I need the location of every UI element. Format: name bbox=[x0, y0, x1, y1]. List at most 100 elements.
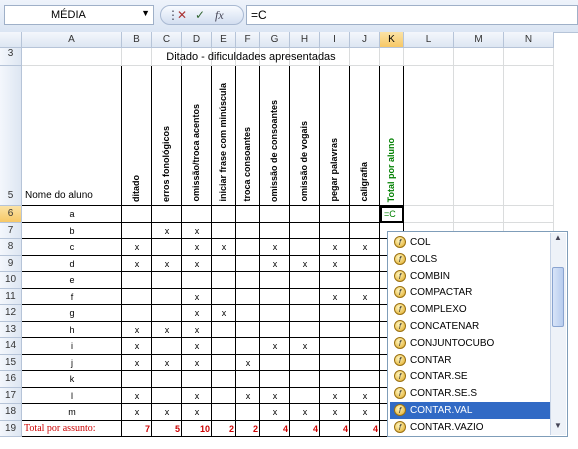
mark-cell[interactable]: x bbox=[350, 388, 380, 405]
mark-cell[interactable] bbox=[320, 223, 350, 240]
column-header-k[interactable]: K bbox=[380, 32, 404, 48]
mark-cell[interactable]: x bbox=[122, 388, 152, 405]
row-header-3[interactable]: 3 bbox=[0, 48, 22, 66]
mark-cell[interactable] bbox=[260, 223, 290, 240]
mark-cell[interactable]: x bbox=[320, 289, 350, 306]
insert-function-icon[interactable]: fx bbox=[215, 8, 224, 23]
autocomplete-item[interactable]: f COMPLEXO bbox=[390, 301, 550, 318]
mark-cell[interactable]: x bbox=[260, 239, 290, 256]
mark-cell[interactable]: x bbox=[212, 305, 236, 322]
mark-cell[interactable] bbox=[212, 223, 236, 240]
cell[interactable] bbox=[404, 66, 454, 206]
mark-cell[interactable]: x bbox=[320, 388, 350, 405]
mark-cell[interactable]: x bbox=[182, 289, 212, 306]
autocomplete-item[interactable]: f CONTAR.SE.S bbox=[390, 385, 550, 402]
mark-cell[interactable] bbox=[320, 322, 350, 339]
mark-cell[interactable]: x bbox=[182, 338, 212, 355]
mark-cell[interactable] bbox=[320, 355, 350, 372]
row-header-13[interactable]: 13 bbox=[0, 321, 22, 338]
mark-cell[interactable]: x bbox=[290, 404, 320, 421]
mark-cell[interactable] bbox=[212, 322, 236, 339]
mark-cell[interactable] bbox=[236, 338, 260, 355]
mark-cell[interactable]: x bbox=[182, 355, 212, 372]
mark-cell[interactable] bbox=[212, 355, 236, 372]
cell[interactable] bbox=[454, 206, 504, 223]
editing-cell[interactable]: =C bbox=[380, 206, 404, 223]
mark-cell[interactable] bbox=[350, 338, 380, 355]
column-header-e[interactable]: E bbox=[212, 32, 236, 48]
mark-cell[interactable]: x bbox=[236, 388, 260, 405]
row-header-9[interactable]: 9 bbox=[0, 255, 22, 272]
mark-cell[interactable]: x bbox=[122, 256, 152, 273]
autocomplete-scrollbar[interactable]: ▲ ▼ bbox=[550, 233, 566, 435]
autocomplete-item[interactable]: f CONTAR bbox=[390, 352, 550, 369]
mark-cell[interactable] bbox=[212, 289, 236, 306]
cell[interactable] bbox=[504, 48, 554, 66]
column-header-h[interactable]: H bbox=[290, 32, 320, 48]
autocomplete-item[interactable]: f CONJUNTOCUBO bbox=[390, 335, 550, 352]
mark-cell[interactable]: x bbox=[152, 404, 182, 421]
mark-cell[interactable]: x bbox=[122, 404, 152, 421]
row-header-11[interactable]: 11 bbox=[0, 288, 22, 305]
mark-cell[interactable]: x bbox=[260, 388, 290, 405]
row-header-18[interactable]: 18 bbox=[0, 404, 22, 421]
mark-cell[interactable] bbox=[236, 371, 260, 388]
mark-cell[interactable] bbox=[320, 305, 350, 322]
mark-cell[interactable] bbox=[212, 206, 236, 223]
mark-cell[interactable]: x bbox=[212, 239, 236, 256]
mark-cell[interactable] bbox=[290, 322, 320, 339]
mark-cell[interactable]: x bbox=[320, 404, 350, 421]
row-header-16[interactable]: 16 bbox=[0, 371, 22, 388]
mark-cell[interactable]: x bbox=[122, 239, 152, 256]
function-autocomplete-list[interactable]: f COL f COLS f COMBIN f COMPACTAR f COMPLEXO f CONC… bbox=[387, 231, 568, 437]
mark-cell[interactable]: x bbox=[350, 404, 380, 421]
mark-cell[interactable] bbox=[122, 305, 152, 322]
column-header-i[interactable]: I bbox=[320, 32, 350, 48]
mark-cell[interactable] bbox=[182, 206, 212, 223]
column-header-j[interactable]: J bbox=[350, 32, 380, 48]
cell[interactable] bbox=[22, 48, 122, 66]
mark-cell[interactable] bbox=[260, 289, 290, 306]
mark-cell[interactable] bbox=[350, 371, 380, 388]
column-header-d[interactable]: D bbox=[182, 32, 212, 48]
mark-cell[interactable] bbox=[212, 404, 236, 421]
mark-cell[interactable]: x bbox=[122, 338, 152, 355]
column-header-f[interactable]: F bbox=[236, 32, 260, 48]
autocomplete-item[interactable]: f CONCATENAR bbox=[390, 318, 550, 335]
row-header-10[interactable]: 10 bbox=[0, 272, 22, 289]
mark-cell[interactable]: x bbox=[236, 355, 260, 372]
mark-cell[interactable] bbox=[152, 289, 182, 306]
mark-cell[interactable]: x bbox=[122, 355, 152, 372]
autocomplete-item[interactable]: f COLS bbox=[390, 251, 550, 268]
mark-cell[interactable] bbox=[122, 272, 152, 289]
mark-cell[interactable] bbox=[236, 223, 260, 240]
mark-cell[interactable]: x bbox=[152, 256, 182, 273]
mark-cell[interactable] bbox=[152, 272, 182, 289]
cell[interactable] bbox=[404, 206, 454, 223]
mark-cell[interactable] bbox=[290, 289, 320, 306]
mark-cell[interactable]: x bbox=[290, 256, 320, 273]
mark-cell[interactable] bbox=[290, 305, 320, 322]
mark-cell[interactable] bbox=[122, 223, 152, 240]
mark-cell[interactable] bbox=[212, 388, 236, 405]
cell[interactable] bbox=[504, 206, 554, 223]
column-header-c[interactable]: C bbox=[152, 32, 182, 48]
row-header-7[interactable]: 7 bbox=[0, 222, 22, 239]
autocomplete-item[interactable]: f COMPACTAR bbox=[390, 284, 550, 301]
column-header-l[interactable]: L bbox=[404, 32, 454, 48]
mark-cell[interactable] bbox=[350, 206, 380, 223]
mark-cell[interactable]: x bbox=[182, 404, 212, 421]
mark-cell[interactable] bbox=[350, 272, 380, 289]
row-header-19[interactable]: 19 bbox=[0, 420, 22, 437]
chevron-down-icon[interactable]: ▼ bbox=[141, 8, 150, 18]
cell[interactable] bbox=[454, 66, 504, 206]
mark-cell[interactable]: x bbox=[260, 338, 290, 355]
mark-cell[interactable] bbox=[350, 322, 380, 339]
mark-cell[interactable]: x bbox=[152, 223, 182, 240]
mark-cell[interactable] bbox=[236, 289, 260, 306]
mark-cell[interactable] bbox=[212, 256, 236, 273]
row-header-17[interactable]: 17 bbox=[0, 387, 22, 404]
cell[interactable] bbox=[22, 66, 122, 206]
mark-cell[interactable]: x bbox=[320, 239, 350, 256]
mark-cell[interactable]: x bbox=[182, 305, 212, 322]
